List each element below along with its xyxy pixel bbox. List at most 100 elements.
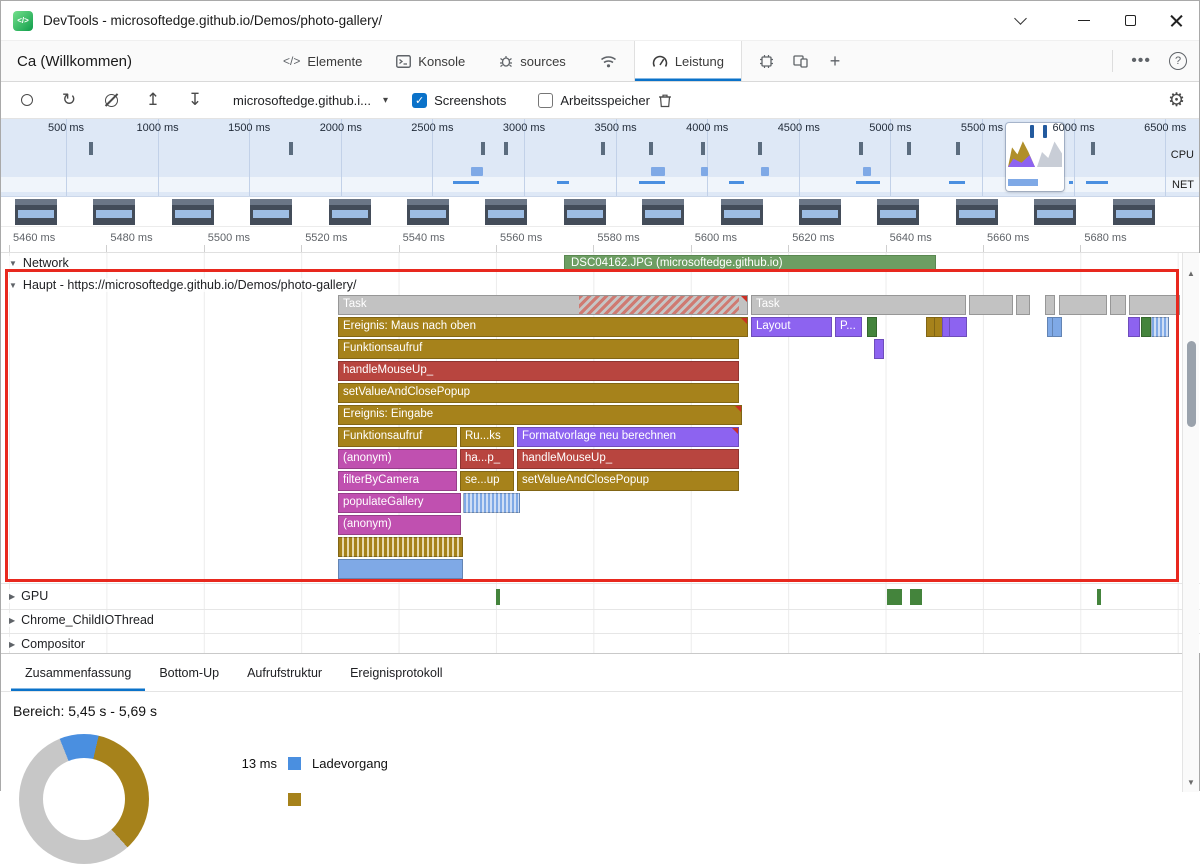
bottom-tab-bottomup[interactable]: Bottom-Up [145,654,233,691]
flame-bar[interactable] [1016,295,1030,315]
help-button[interactable]: ? [1169,52,1187,70]
dock-options-button[interactable] [997,1,1043,40]
flame-bar[interactable] [1045,295,1055,315]
overview-net-activity [729,181,744,184]
screenshot-thumbnail[interactable] [329,199,371,225]
garbage-collect-button[interactable] [658,93,672,108]
flame-bar[interactable]: (anonym) [338,515,461,535]
tab-welcome[interactable]: Ca (Willkommen) [1,41,148,81]
flame-bar[interactable]: setValueAndClosePopup [517,471,739,491]
screenshot-thumbnail[interactable] [172,199,214,225]
maximize-button[interactable] [1107,1,1153,40]
tab-elements-label: Elemente [307,54,362,69]
scroll-down-arrow[interactable]: ▼ [1183,778,1199,787]
flame-bar[interactable]: Funktionsaufruf [338,339,739,359]
flame-bar[interactable] [1059,295,1107,315]
scroll-up-arrow[interactable]: ▲ [1183,269,1199,278]
scrollbar-thumb[interactable] [1187,341,1196,427]
flame-bar[interactable] [1141,317,1151,337]
target-select[interactable]: microsoftedge.github.i... ▾ [233,93,388,108]
flame-bar[interactable]: Task [338,295,748,315]
compositor-section-header[interactable]: ▶ Compositor [9,637,93,651]
flame-bar[interactable]: P... [835,317,862,337]
load-profile-button[interactable]: ↥ [143,87,163,113]
window-controls [997,1,1199,40]
selection-left-grip[interactable] [1030,125,1034,138]
flame-bar[interactable]: populateGallery [338,493,461,513]
overview-screenshot-mark [289,142,293,155]
bottom-tab-ereignisprotokoll[interactable]: Ereignisprotokoll [336,654,456,691]
flame-bar[interactable]: handleMouseUp_ [517,449,739,469]
flame-bar[interactable] [1128,317,1140,337]
flame-bar[interactable] [338,537,463,557]
io-thread-section-header[interactable]: ▶ Chrome_ChildIOThread [9,613,162,627]
flame-bar[interactable]: Funktionsaufruf [338,427,457,447]
flame-bar[interactable]: se...up [460,471,514,491]
flame-bar[interactable]: Ereignis: Eingabe [338,405,742,425]
flame-bar[interactable] [1110,295,1126,315]
network-request-bar[interactable]: DSC04162.JPG (microsoftedge.github.io) [564,255,936,272]
memory-checkbox[interactable] [538,93,553,108]
flame-bar[interactable] [1151,317,1169,337]
overview-cpu-activity [471,167,483,176]
performance-monitor-chip-icon[interactable] [752,46,782,76]
screenshot-thumbnail[interactable] [564,199,606,225]
flame-bar[interactable] [969,295,1013,315]
screenshot-thumbnail[interactable] [15,199,57,225]
main-thread-section-header[interactable]: ▼ Haupt - https://microsoftedge.github.i… [9,278,364,292]
device-toolbar-icon[interactable] [786,46,816,76]
flame-bar[interactable]: Task [751,295,966,315]
bottom-tab-aufrufstruktur[interactable]: Aufrufstruktur [233,654,336,691]
screenshot-thumbnail[interactable] [407,199,449,225]
tab-network-conditions[interactable] [583,41,634,81]
add-panel-button[interactable]: + [820,46,850,76]
network-section-header[interactable]: ▼ Network [9,256,77,270]
screenshot-thumbnail[interactable] [721,199,763,225]
overview-track[interactable]: CPU NET 500 ms1000 ms1500 ms2000 ms2500 … [1,119,1199,197]
flame-bar[interactable]: Layout [751,317,832,337]
flame-bar[interactable]: ha...p_ [460,449,514,469]
flame-bar[interactable] [338,559,463,579]
record-button[interactable] [17,87,37,113]
clear-button[interactable] [101,87,121,113]
flame-bar[interactable] [867,317,877,337]
screenshot-thumbnail[interactable] [799,199,841,225]
flame-bar[interactable] [1129,295,1180,315]
close-button[interactable] [1153,1,1199,40]
screenshot-thumbnail[interactable] [642,199,684,225]
flame-bar[interactable]: (anonym) [338,449,457,469]
screenshot-thumbnail[interactable] [250,199,292,225]
triangle-down-icon: ▼ [9,281,17,290]
flame-bar[interactable] [949,317,967,337]
flame-bar[interactable] [1052,317,1062,337]
settings-gear-button[interactable]: ⚙ [1168,89,1185,112]
screenshot-thumbnail[interactable] [1034,199,1076,225]
flame-bar[interactable]: filterByCamera [338,471,457,491]
flame-bar[interactable]: Ereignis: Maus nach oben [338,317,748,337]
tab-elements[interactable]: </> Elemente [266,41,379,81]
screenshots-label[interactable]: Screenshots [434,93,506,108]
tab-console[interactable]: Konsole [379,41,482,81]
flame-chart[interactable]: TaskTaskEreignis: Maus nach obenLayoutP.… [1,295,1184,583]
vertical-scrollbar[interactable]: ▲ ▼ [1182,253,1199,792]
minimize-button[interactable] [1061,1,1107,40]
tab-performance[interactable]: Leistung [634,41,742,81]
flame-bar[interactable] [463,493,520,513]
screenshot-thumbnail[interactable] [485,199,527,225]
screenshots-checkbox[interactable]: ✓ [412,93,427,108]
tab-sources[interactable]: sources [482,41,583,81]
reload-and-record-button[interactable]: ↻ [59,87,79,113]
flame-bar[interactable]: Ru...ks [460,427,514,447]
screenshot-thumbnail[interactable] [877,199,919,225]
flame-bar[interactable]: setValueAndClosePopup [338,383,739,403]
bottom-tab-zusammenfassung[interactable]: Zusammenfassung [11,654,145,691]
screenshot-thumbnail[interactable] [956,199,998,225]
memory-label[interactable]: Arbeitsspeicher [560,93,650,108]
flame-bar[interactable] [874,339,884,359]
save-profile-button[interactable]: ↧ [185,87,205,113]
flame-bar[interactable]: handleMouseUp_ [338,361,739,381]
screenshot-thumbnail[interactable] [1113,199,1155,225]
screenshot-thumbnail[interactable] [93,199,135,225]
more-menu-button[interactable]: ••• [1123,52,1159,70]
flame-bar[interactable]: Formatvorlage neu berechnen [517,427,739,447]
